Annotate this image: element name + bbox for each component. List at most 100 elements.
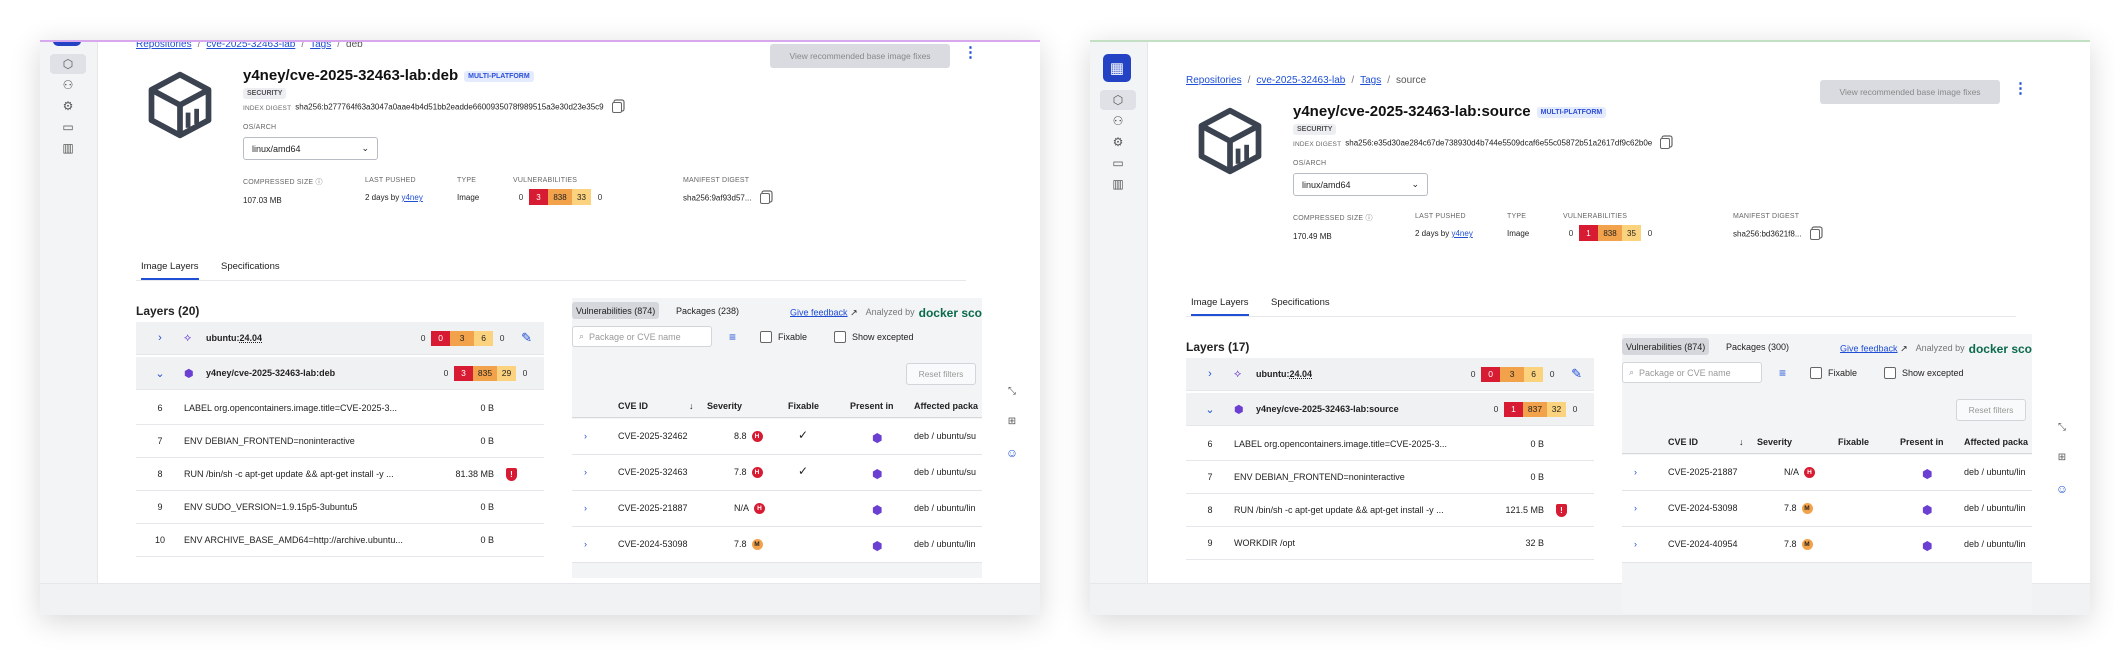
cve-id[interactable]: CVE-2025-32462 [618, 431, 688, 441]
chevron-right-icon[interactable]: › [136, 332, 184, 344]
tab-packages[interactable]: Packages (300) [1722, 338, 1793, 355]
cve-row[interactable]: › CVE-2024-40954 7.8 M ⬢ deb / ubuntu/lin [1622, 527, 2032, 563]
layer-row[interactable]: 8 RUN /bin/sh -c apt-get update && apt-ge… [1186, 494, 1594, 527]
tab-image-layers[interactable]: Image Layers [1191, 297, 1249, 316]
assistant-icon[interactable]: ☺ [1004, 446, 1020, 476]
os-arch-select[interactable]: linux/amd64 ⌄ [243, 137, 378, 160]
checkbox-box[interactable] [760, 331, 772, 343]
tab-specifications[interactable]: Specifications [221, 261, 280, 278]
chart-icon[interactable]: ▥ [1100, 174, 1136, 194]
copy-icon[interactable] [1809, 229, 1820, 240]
fixable-checkbox[interactable]: Fixable [760, 331, 807, 343]
tab-vulnerabilities[interactable]: Vulnerabilities (874) [572, 302, 660, 319]
chevron-down-icon[interactable]: ⌄ [1186, 403, 1234, 416]
cve-id[interactable]: CVE-2024-40954 [1668, 539, 1738, 549]
chevron-right-icon[interactable]: › [584, 539, 587, 549]
users-icon[interactable]: ⚇ [1100, 111, 1136, 131]
vuln-summary[interactable]: 0 3 838 33 0 [513, 189, 609, 205]
collapse-icon[interactable]: ⤡ [1004, 386, 1020, 416]
users-icon[interactable]: ⚇ [50, 75, 86, 95]
chart-icon[interactable]: ▥ [50, 138, 86, 158]
cve-row[interactable]: › CVE-2025-32462 8.8 H ✓ ⬢ deb / ubuntu/su [572, 419, 982, 455]
reset-filters-button[interactable]: Reset filters [906, 363, 976, 385]
checkbox-box[interactable] [834, 331, 846, 343]
layer-row[interactable]: 9 ENV SUDO_VERSION=1.9.15p5-3ubuntu5 0 B [136, 491, 544, 524]
billing-icon[interactable]: ▭ [50, 117, 86, 137]
tab-image-layers[interactable]: Image Layers [141, 261, 199, 280]
layer-row[interactable]: 8 RUN /bin/sh -c apt-get update && apt-ge… [136, 458, 544, 491]
chevron-down-icon[interactable]: ⌄ [136, 367, 184, 380]
chevron-right-icon[interactable]: › [1186, 368, 1234, 380]
cube-icon[interactable]: ⬡ [50, 54, 86, 74]
column-header[interactable]: Affected packa [1964, 437, 2028, 447]
chevron-right-icon[interactable]: › [584, 431, 587, 441]
cve-id[interactable]: CVE-2024-53098 [1668, 503, 1738, 513]
docker-logo-icon[interactable]: ▦ [1103, 54, 1131, 82]
search-input[interactable]: ⌕ Package or CVE name [1622, 362, 1762, 383]
column-header[interactable]: Severity [1757, 437, 1792, 447]
give-feedback-link[interactable]: Give feedback [790, 307, 848, 317]
pushed-by-link[interactable]: y4ney [1451, 229, 1472, 238]
chevron-right-icon[interactable]: › [1634, 467, 1637, 477]
layer-row[interactable]: 7 ENV DEBIAN_FRONTEND=noninteractive 0 B [136, 425, 544, 458]
breadcrumb-link[interactable]: Repositories [136, 42, 192, 50]
column-header[interactable]: CVE ID [1668, 437, 1698, 447]
assistant-icon[interactable]: ☺ [2054, 482, 2070, 512]
layer-row[interactable]: 7 ENV DEBIAN_FRONTEND=noninteractive 0 B [1186, 461, 1594, 494]
sort-arrow-icon[interactable]: ↓ [1739, 437, 1744, 447]
chevron-right-icon[interactable]: › [584, 467, 587, 477]
pushed-by-link[interactable]: y4ney [401, 193, 422, 202]
copy-icon[interactable] [759, 193, 770, 204]
chevron-right-icon[interactable]: › [1634, 503, 1637, 513]
image-row[interactable]: ⌄ ⬢ y4ney/cve-2025-32463-lab:deb 0 3 835 29 0 [136, 357, 544, 390]
filter-icon[interactable]: ≡ [1779, 366, 1786, 380]
settings-icon[interactable]: ⚙ [50, 96, 86, 116]
cve-row[interactable]: › CVE-2025-32463 7.8 H ✓ ⬢ deb / ubuntu/su [572, 455, 982, 491]
docker-logo-icon[interactable]: ▦ [53, 42, 81, 46]
copy-icon[interactable] [611, 102, 622, 113]
cve-row[interactable]: › CVE-2025-21887 N/A H ⬢ deb / ubuntu/lin [1622, 455, 2032, 491]
tab-vulnerabilities[interactable]: Vulnerabilities (874) [1622, 338, 1710, 355]
more-menu-icon[interactable]: ⋮ [963, 45, 978, 64]
cve-id[interactable]: CVE-2025-21887 [1668, 467, 1738, 477]
column-header[interactable]: Fixable [788, 401, 819, 411]
grid-icon[interactable]: ⊞ [1004, 416, 1020, 446]
tab-specifications[interactable]: Specifications [1271, 297, 1330, 314]
give-feedback-link[interactable]: Give feedback [1840, 343, 1898, 353]
chevron-right-icon[interactable]: › [584, 503, 587, 513]
recommended-fixes-button[interactable]: View recommended base image fixes [1820, 80, 2000, 104]
cve-id[interactable]: CVE-2025-21887 [618, 503, 688, 513]
breadcrumb-link[interactable]: Tags [310, 42, 331, 50]
cve-id[interactable]: CVE-2025-32463 [618, 467, 688, 477]
cve-row[interactable]: › CVE-2024-53098 7.8 M ⬢ deb / ubuntu/lin [1622, 491, 2032, 527]
layer-row[interactable]: 9 WORKDIR /opt 32 B [1186, 527, 1594, 560]
settings-icon[interactable]: ⚙ [1100, 132, 1136, 152]
chevron-right-icon[interactable]: › [1634, 539, 1637, 549]
recommended-fixes-button[interactable]: View recommended base image fixes [770, 44, 950, 68]
wrench-icon[interactable]: ✎ [521, 330, 532, 346]
layer-row[interactable]: 10 ENV ARCHIVE_BASE_AMD64=http://archive.… [136, 524, 544, 557]
column-header[interactable]: Severity [707, 401, 742, 411]
vuln-summary[interactable]: 0 1 838 35 0 [1563, 225, 1659, 241]
show-excepted-checkbox[interactable]: Show excepted [834, 331, 914, 343]
sort-arrow-icon[interactable]: ↓ [689, 401, 694, 411]
column-header[interactable]: CVE ID [618, 401, 648, 411]
tab-packages[interactable]: Packages (238) [672, 302, 743, 319]
filter-icon[interactable]: ≡ [729, 330, 736, 344]
layer-row[interactable]: 6 LABEL org.opencontainers.image.title=CV… [1186, 428, 1594, 461]
checkbox-box[interactable] [1884, 367, 1896, 379]
checkbox-box[interactable] [1810, 367, 1822, 379]
column-header[interactable]: Affected packa [914, 401, 978, 411]
cve-row[interactable]: › CVE-2024-53098 7.8 M ⬢ deb / ubuntu/lin [572, 527, 982, 563]
wrench-icon[interactable]: ✎ [1571, 366, 1582, 382]
image-row[interactable]: ⌄ ⬢ y4ney/cve-2025-32463-lab:source 0 1 837 32… [1186, 393, 1594, 426]
collapse-icon[interactable]: ⤡ [2054, 422, 2070, 452]
show-excepted-checkbox[interactable]: Show excepted [1884, 367, 1964, 379]
billing-icon[interactable]: ▭ [1100, 153, 1136, 173]
breadcrumb-link[interactable]: cve-2025-32463-lab [206, 42, 295, 50]
search-input[interactable]: ⌕ Package or CVE name [572, 326, 712, 347]
layer-row[interactable]: 6 LABEL org.opencontainers.image.title=CV… [136, 392, 544, 425]
copy-icon[interactable] [1660, 138, 1671, 149]
cube-icon[interactable]: ⬡ [1100, 90, 1136, 110]
os-arch-select[interactable]: linux/amd64 ⌄ [1293, 173, 1428, 196]
